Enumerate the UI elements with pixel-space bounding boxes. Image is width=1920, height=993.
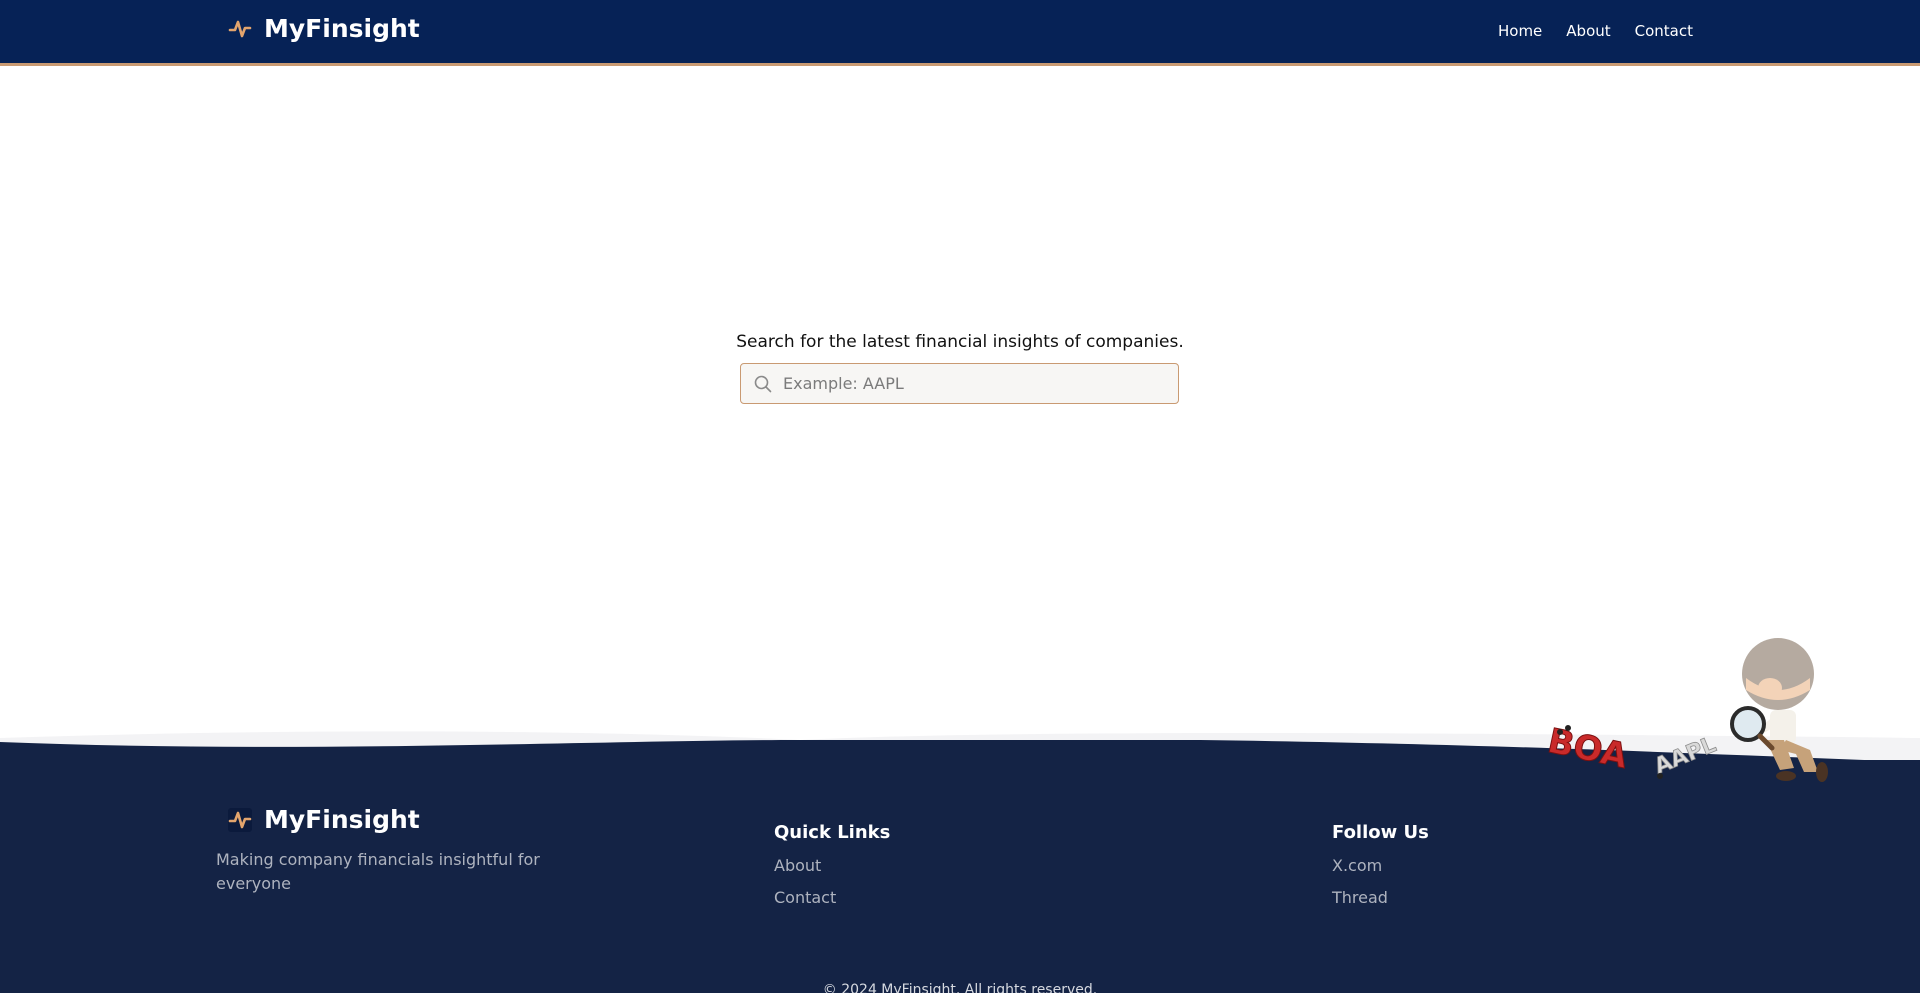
- pulse-logo-icon: [228, 20, 252, 37]
- footer-follow-us: Follow Us X.com Thread: [1332, 822, 1429, 919]
- search-tagline: Search for the latest financial insights…: [736, 332, 1184, 352]
- search-box[interactable]: [740, 363, 1179, 404]
- mascot-label-aapl: AAPL: [1651, 732, 1720, 779]
- pulse-logo-icon: [228, 807, 252, 832]
- search-icon: [754, 375, 772, 392]
- footer-quick-links: Quick Links About Contact: [774, 822, 890, 919]
- footer-brand[interactable]: MyFinsight: [228, 805, 420, 834]
- search-input[interactable]: [783, 365, 1163, 402]
- footer-about-link[interactable]: About: [774, 855, 890, 877]
- x-com-link[interactable]: X.com: [1332, 855, 1429, 877]
- copyright-text: © 2024 MyFinsight. All rights reserved.: [822, 982, 1098, 993]
- footer-contact-link[interactable]: Contact: [774, 887, 890, 909]
- follow-us-heading: Follow Us: [1332, 822, 1429, 843]
- nav-about-link[interactable]: About: [1566, 22, 1610, 40]
- detective-mascot-illustration: BOA AAPL: [1548, 638, 1828, 782]
- brand-link[interactable]: MyFinsight: [228, 14, 420, 43]
- footer-description: Making company financials insightful for…: [216, 850, 540, 893]
- footer-brand-name: MyFinsight: [264, 805, 420, 834]
- top-navbar: MyFinsight Home About Contact: [0, 0, 1920, 66]
- nav-contact-link[interactable]: Contact: [1635, 22, 1693, 40]
- brand-name: MyFinsight: [264, 14, 420, 43]
- thread-link[interactable]: Thread: [1332, 887, 1429, 909]
- nav-home-link[interactable]: Home: [1498, 22, 1542, 40]
- main-nav: Home About Contact: [1498, 22, 1693, 40]
- quick-links-heading: Quick Links: [774, 822, 891, 843]
